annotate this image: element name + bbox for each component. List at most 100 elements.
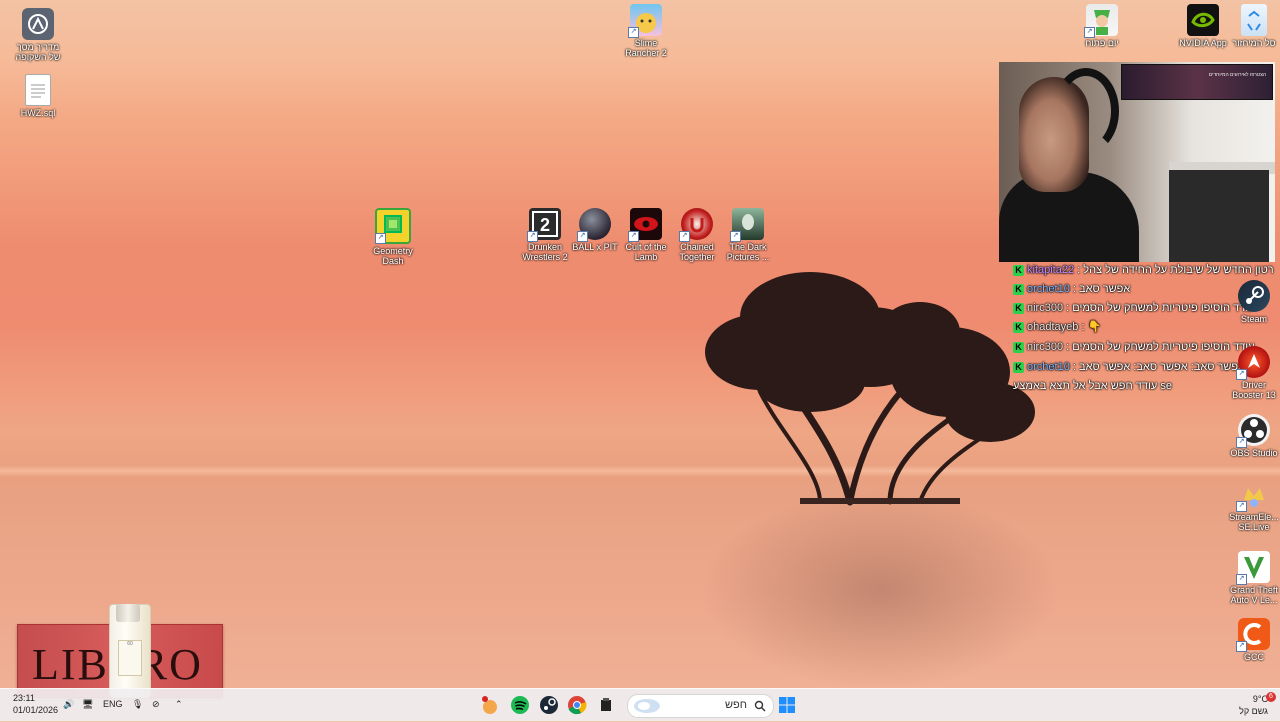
weather-temp: 9°C [1252,694,1268,704]
clock-date: 01/01/2026 [13,705,59,715]
file-explorer-icon[interactable] [594,693,618,717]
shortcut-arrow-icon: ↗ [1236,501,1247,512]
tray-chevron-icon[interactable]: ⌃ [175,699,183,710]
icon-label: The Dark Pictures ... [726,242,770,262]
chat-username: orchet10 [1027,283,1070,295]
desktop-icon-obs[interactable]: ↗ OBS Studio [1226,414,1280,458]
nvidia-icon [1187,4,1219,36]
microphone-icon[interactable]: 🎙 [132,699,143,710]
desktop-icon-streamelements[interactable]: ↗ StreamEle... SE.Live [1226,478,1280,532]
headphones [1053,68,1119,154]
weather-widget[interactable]: 9°C גשם קל [1239,693,1268,717]
desktop-icon-character-app[interactable]: ↗ יום פתוח [1074,4,1130,48]
icon-label: Drunken Wrestlers 2 [522,242,568,262]
desktop-icon-geometry-dash[interactable]: ↗ Geometry Dash [365,208,421,266]
icon-label: NVIDIA App [1179,38,1227,48]
svg-text:2: 2 [540,215,550,235]
perfume-bottle-label: 60 [118,640,142,676]
kick-badge-icon: K [1013,302,1024,314]
chat-text: עודד חפש אבל אל תצא באמצע se [1013,380,1172,392]
icon-label: מדריך מסך של השקופה [15,42,61,62]
icon-label: HWZ.sql [20,108,56,118]
chat-text: 👇 [1087,321,1102,333]
desktop-icon-gcc[interactable]: ↗ GCC [1226,618,1280,662]
desktop-icon-nvidia[interactable]: NVIDIA App [1175,4,1231,48]
webcam-overlay: הצטרפו לאירועים המיוחדים [999,62,1275,262]
desktop-icon-cult-of-the-lamb[interactable]: ↗ Cult of the Lamb [618,208,674,262]
search-placeholder: חפש [725,699,747,711]
tree-reflection [700,490,1060,690]
search-icon [754,700,766,712]
streamelements-icon: ↗ [1236,478,1270,512]
spotify-icon[interactable] [508,693,532,717]
shortcut-arrow-icon: ↗ [1236,369,1247,380]
wallpaper-tree [705,272,1035,506]
notification-badge[interactable]: 6 [1266,692,1276,702]
driver-booster-icon: ↗ [1236,346,1270,380]
taskbar-search-box[interactable]: חפש [627,694,774,718]
shortcut-arrow-icon: ↗ [375,233,386,244]
taskbar-app-blender[interactable] [478,693,502,717]
shortcut-arrow-icon: ↗ [628,27,639,38]
desktop-icon-overlay-guide[interactable]: מדריך מסך של השקופה [10,8,66,62]
desktop-icon-gta[interactable]: ↗ Grand Theft Auto V Le... [1226,551,1280,605]
obs-icon: ↗ [1236,414,1270,448]
shortcut-arrow-icon: ↗ [577,231,588,242]
chat-text: רטון החדש של שיבולת על החידה של צהל [1083,264,1274,276]
kick-badge-icon: K [1013,264,1024,276]
kick-badge-icon: K [1013,321,1024,333]
chat-username: kitapita22 [1027,264,1075,276]
steam-icon [1238,280,1270,312]
desktop-icon-driver-booster[interactable]: ↗ Driver Booster 13 [1226,346,1280,400]
shortcut-arrow-icon: ↗ [527,231,538,242]
chat-username: nirc300 [1027,341,1064,353]
icon-label: Cult of the Lamb [625,242,667,262]
icon-label: OBS Studio [1230,448,1278,458]
desktop-icon-drunken-wrestlers[interactable]: 2 ↗ Drunken Wrestlers 2 [517,208,573,262]
tv-text: הצטרפו לאירועים המיוחדים [1208,72,1266,78]
steam-taskbar-icon[interactable] [537,693,561,717]
network-icon[interactable]: 🖥 [82,699,93,710]
ball-x-pit-icon: ↗ [577,208,611,242]
shortcut-arrow-icon: ↗ [679,231,690,242]
icon-label: GCC [1244,652,1264,662]
desktop-icon-ball-x-pit[interactable]: ↗ BALL x PIT [567,208,623,252]
chat-username: ohadtayeb [1027,321,1079,333]
chat-text: אפשר סאב [1078,283,1131,295]
volume-icon[interactable]: 🔊 [63,699,74,710]
clock-time: 23:11 [13,693,35,703]
icon-label: Slime Rancher 2 [625,38,667,58]
drunken-wrestlers-icon: 2 ↗ [527,208,561,242]
shortcut-arrow-icon: ↗ [1236,641,1247,652]
kitchen-cabinet [1169,170,1269,262]
chrome-icon[interactable] [565,693,589,717]
geometry-dash-icon: ↗ [375,208,411,244]
character-app-icon: ↗ [1084,4,1118,38]
sync-status-icon[interactable]: ⊘ [152,699,160,710]
horizon-glow [0,465,1280,477]
language-indicator[interactable]: ENG [103,699,123,709]
overlay-guide-icon [22,8,54,40]
icon-label: Steam [1240,314,1267,324]
icon-label: Driver Booster 13 [1232,380,1276,400]
cult-of-the-lamb-icon: ↗ [628,208,662,242]
desktop-icon-dark-pictures[interactable]: ↗ The Dark Pictures ... [720,208,776,262]
kick-badge-icon: K [1013,283,1024,295]
shortcut-arrow-icon: ↗ [1084,27,1095,38]
desktop-icon-chained-together[interactable]: ↗ Chained Together [669,208,725,262]
start-button[interactable] [775,693,799,717]
icon-label: סל המיחזור [1232,38,1276,48]
shortcut-arrow-icon: ↗ [1236,574,1247,585]
dark-pictures-icon: ↗ [730,208,764,242]
desktop-icon-recycle-bin[interactable]: סל המיחזור [1226,4,1280,48]
desktop-icon-slime-rancher[interactable]: ↗ Slime Rancher 2 [618,4,674,58]
taskbar-clock[interactable]: 23:11 01/01/2026 [13,692,58,716]
perfume-bottle-cap [116,604,140,622]
recycle-bin-icon [1241,4,1267,36]
gta-icon: ↗ [1236,551,1270,585]
desktop-icon-sql-file[interactable]: HWZ.sql [10,74,66,118]
desktop-icon-steam[interactable]: Steam [1226,280,1280,324]
icon-label: Grand Theft Auto V Le... [1230,585,1278,605]
taskbar: 23:11 01/01/2026 🔊 🖥 ENG 🎙 ⊘ ⌃ חפש 9°C ג… [0,688,1280,721]
icon-label: Chained Together [679,242,715,262]
